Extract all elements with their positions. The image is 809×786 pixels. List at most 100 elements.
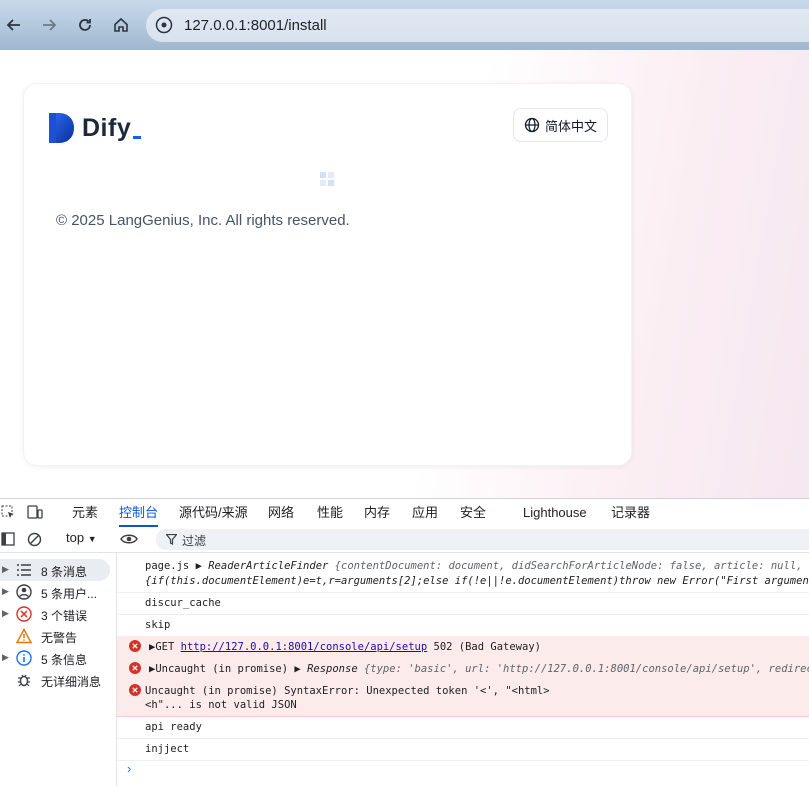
sidebar-item-info[interactable]: ▶ 5 条信息	[0, 647, 116, 669]
console-message-error[interactable]: Uncaught (in promise) SyntaxError: Unexp…	[117, 680, 809, 717]
message-props: {contentDocument: document, didSearchFor…	[334, 560, 809, 572]
chevron-down-icon: ▼	[87, 534, 97, 544]
sidebar-toggle-icon[interactable]	[0, 531, 16, 547]
request-url-link[interactable]: http://127.0.0.1:8001/console/api/setup	[181, 641, 428, 653]
back-button[interactable]	[1, 12, 27, 38]
request-method: GET	[155, 641, 175, 653]
message-text: discur_cache	[145, 597, 221, 609]
tab-recorder[interactable]: 记录器	[611, 499, 650, 527]
tab-console[interactable]: 控制台	[119, 499, 159, 527]
console-message-log[interactable]: skip	[117, 614, 809, 637]
inspect-element-icon[interactable]	[0, 504, 16, 520]
console-sidebar: ▶ 8 条消息 ▶ 5 条用户... ▶ 3 个错误 无警告 ▶ 5 条信息 无…	[0, 553, 117, 786]
tab-application[interactable]: 应用	[412, 499, 438, 527]
home-button[interactable]	[108, 12, 134, 38]
console-prompt-chevron-icon[interactable]: ›	[127, 761, 131, 776]
sidebar-item-label: 无详细消息	[41, 675, 102, 689]
message-object: ReaderArticleFinder	[208, 560, 329, 572]
message-line-2: {if(this.documentElement)e=t,r=arguments…	[145, 575, 809, 587]
dify-logo: Dify	[49, 112, 142, 144]
forward-button[interactable]	[36, 12, 62, 38]
tab-lighthouse[interactable]: Lighthouse	[523, 499, 587, 527]
reload-button[interactable]	[72, 12, 98, 38]
clear-console-icon[interactable]	[26, 531, 42, 547]
warning-icon	[16, 628, 32, 644]
console-message-log[interactable]: page.js ▶ ReaderArticleFinder {contentDo…	[117, 553, 809, 593]
device-toolbar-icon[interactable]	[26, 504, 44, 520]
console-filter-input[interactable]: 过滤	[156, 529, 809, 550]
sidebar-item-label: 8 条消息	[41, 565, 88, 579]
user-icon	[16, 584, 32, 600]
list-icon	[17, 564, 31, 576]
language-switcher-button[interactable]: 简体中文	[512, 108, 608, 142]
tab-memory[interactable]: 内存	[364, 499, 390, 527]
console-toolbar: top ▼ 过滤	[0, 527, 809, 553]
tab-network[interactable]: 网络	[268, 499, 294, 527]
copyright-text: © 2025 LangGenius, Inc. All rights reser…	[56, 212, 350, 229]
message-line: page.js ▶ ReaderArticleFinder {contentDo…	[145, 560, 809, 572]
sidebar-item-label: 5 条用户...	[41, 587, 98, 601]
home-icon	[114, 17, 128, 32]
context-selector[interactable]: top ▼	[66, 530, 97, 545]
bug-icon	[18, 674, 30, 687]
console-message-error[interactable]: ▶GET http://127.0.0.1:8001/console/api/s…	[117, 636, 809, 659]
expand-arrow-icon[interactable]: ▶	[2, 564, 9, 575]
sidebar-item-label: 3 个错误	[41, 609, 88, 623]
error-icon	[129, 662, 141, 674]
page-viewport: Dify 简体中文 © 2025 LangGenius, Inc. All ri…	[0, 50, 809, 498]
forward-arrow-icon	[43, 19, 57, 31]
message-line-2: <h"... is not valid JSON	[145, 699, 297, 711]
message-line: ▶GET http://127.0.0.1:8001/console/api/s…	[149, 641, 541, 653]
sidebar-item-warnings[interactable]: 无警告	[0, 625, 116, 647]
sidebar-item-messages[interactable]: ▶ 8 条消息	[0, 559, 110, 581]
console-message-log[interactable]: discur_cache	[117, 592, 809, 615]
error-icon	[129, 684, 141, 696]
logo-underscore	[133, 135, 142, 139]
message-text: skip	[145, 619, 171, 631]
message-source: page.js	[145, 560, 190, 572]
globe-icon	[524, 117, 540, 133]
context-label: top	[66, 530, 85, 545]
console-message-log[interactable]: api ready	[117, 716, 809, 739]
address-bar[interactable]: 127.0.0.1:8001/install	[146, 9, 809, 42]
info-icon	[16, 650, 32, 666]
message-props: {type: 'basic', url: 'http://127.0.0.1:8…	[363, 663, 809, 675]
reload-icon	[79, 19, 91, 31]
expand-arrow-icon[interactable]: ▶	[2, 608, 9, 619]
browser-toolbar: 127.0.0.1:8001/install	[0, 0, 809, 50]
filter-label: 过滤	[182, 534, 207, 548]
back-arrow-icon	[6, 19, 20, 31]
console-message-error[interactable]: ▶Uncaught (in promise) ▶ Response {type:…	[117, 658, 809, 681]
error-icon	[129, 640, 141, 652]
url-text: 127.0.0.1:8001/install	[184, 17, 327, 34]
tab-elements[interactable]: 元素	[72, 499, 98, 527]
console-messages: page.js ▶ ReaderArticleFinder {contentDo…	[117, 553, 809, 786]
message-line: Uncaught (in promise) SyntaxError: Unexp…	[145, 685, 550, 697]
message-object: Response	[307, 663, 358, 675]
devtools-tabbar: 元素 控制台 源代码/来源 网络 性能 内存 应用 安全 Lighthouse …	[0, 498, 809, 528]
request-status: 502 (Bad Gateway)	[433, 641, 541, 653]
sidebar-item-verbose[interactable]: 无详细消息	[0, 669, 116, 691]
tab-performance[interactable]: 性能	[317, 499, 343, 527]
live-expression-eye-icon[interactable]	[119, 531, 139, 547]
message-line: ▶Uncaught (in promise) ▶ Response {type:…	[149, 663, 809, 675]
loading-icon	[320, 172, 336, 188]
site-info-icon[interactable]	[154, 15, 174, 35]
language-label: 简体中文	[544, 118, 597, 134]
message-text: api ready	[145, 721, 202, 733]
tab-security[interactable]: 安全	[460, 499, 486, 527]
expand-arrow-icon[interactable]: ▶	[2, 652, 9, 663]
message-text: injject	[145, 743, 190, 755]
tab-sources[interactable]: 源代码/来源	[179, 499, 248, 527]
dify-logo-icon	[49, 113, 74, 143]
sidebar-item-errors[interactable]: ▶ 3 个错误	[0, 603, 116, 625]
error-icon	[16, 606, 32, 622]
sidebar-item-label: 无警告	[41, 631, 78, 645]
sidebar-item-user-messages[interactable]: ▶ 5 条用户...	[0, 581, 116, 603]
message-prefix: Uncaught (in promise)	[155, 663, 289, 675]
filter-icon	[166, 534, 177, 545]
expand-arrow-icon[interactable]: ▶	[2, 586, 9, 597]
sidebar-item-label: 5 条信息	[41, 653, 88, 667]
logo-text: Dify	[82, 113, 132, 142]
console-message-log[interactable]: injject	[117, 738, 809, 761]
